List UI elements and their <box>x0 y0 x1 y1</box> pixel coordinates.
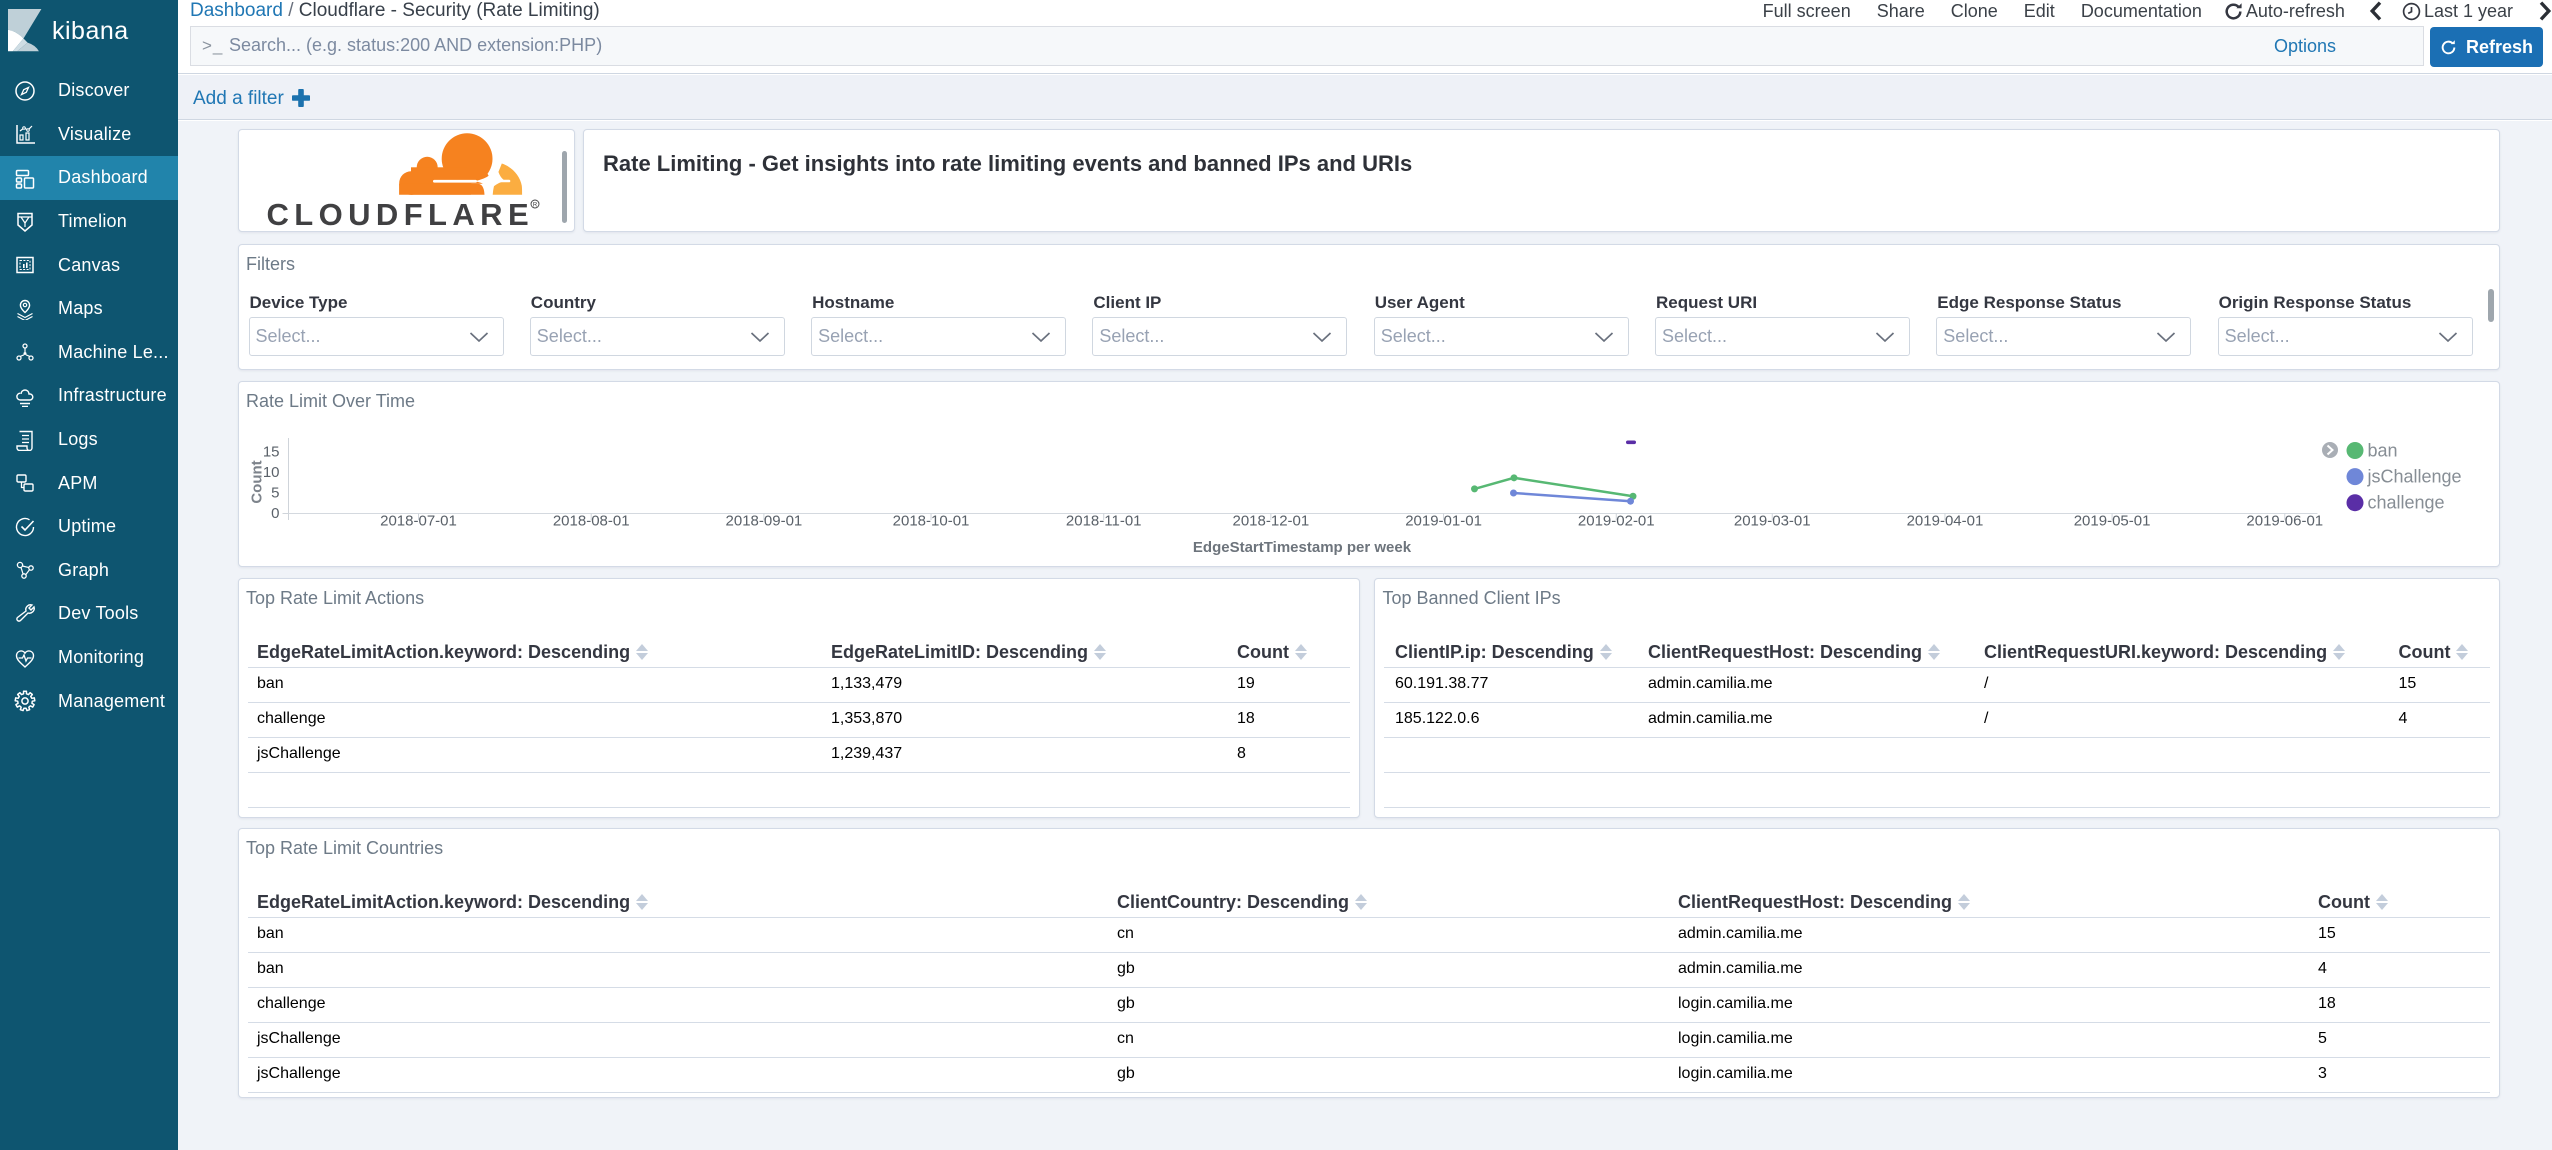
svg-text:2018-07-01: 2018-07-01 <box>380 513 457 530</box>
svg-text:2019-02-01: 2019-02-01 <box>1577 513 1654 530</box>
svg-text:0: 0 <box>271 505 279 522</box>
svg-text:R: R <box>532 203 537 209</box>
svg-text:2018-09-01: 2018-09-01 <box>725 513 802 530</box>
svg-text:2019-03-01: 2019-03-01 <box>1733 513 1810 530</box>
svg-text:Count: Count <box>248 460 265 503</box>
svg-text:15: 15 <box>262 444 279 461</box>
svg-text:EdgeStartTimestamp per week: EdgeStartTimestamp per week <box>1192 539 1411 556</box>
svg-text:ban: ban <box>2367 441 2397 461</box>
svg-text:2019-01-01: 2019-01-01 <box>1405 513 1482 530</box>
svg-text:jsChallenge: jsChallenge <box>2366 467 2461 487</box>
svg-text:2019-06-01: 2019-06-01 <box>2246 513 2323 530</box>
svg-text:CLOUDFLARE: CLOUDFLARE <box>266 197 534 231</box>
svg-text:2018-08-01: 2018-08-01 <box>552 513 629 530</box>
svg-text:5: 5 <box>271 485 279 502</box>
svg-text:2019-04-01: 2019-04-01 <box>1906 513 1983 530</box>
svg-text:2018-11-01: 2018-11-01 <box>1065 513 1141 530</box>
svg-text:challenge: challenge <box>2367 493 2444 513</box>
svg-text:2019-05-01: 2019-05-01 <box>2073 513 2150 530</box>
svg-text:2018-12-01: 2018-12-01 <box>1232 513 1309 530</box>
svg-text:2018-10-01: 2018-10-01 <box>892 513 969 530</box>
